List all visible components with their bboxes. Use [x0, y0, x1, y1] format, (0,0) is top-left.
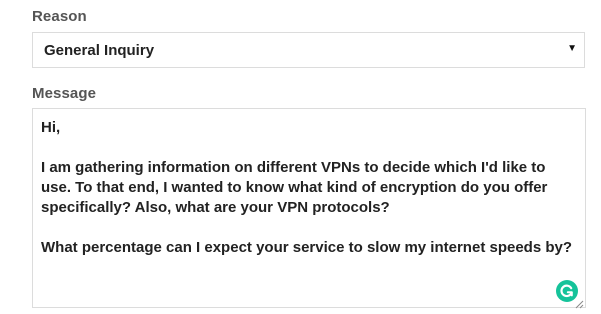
reason-selected-value: General Inquiry	[44, 42, 155, 59]
dropdown-triangle-icon: ▼	[567, 43, 577, 54]
message-textarea[interactable]: Hi, I am gathering information on differ…	[32, 108, 586, 309]
reason-select[interactable]: General Inquiry ▼	[32, 32, 585, 68]
reason-label: Reason	[32, 8, 87, 25]
grammarly-icon[interactable]	[556, 280, 578, 302]
message-text: Hi, I am gathering information on differ…	[41, 119, 573, 256]
message-label: Message	[32, 85, 97, 102]
